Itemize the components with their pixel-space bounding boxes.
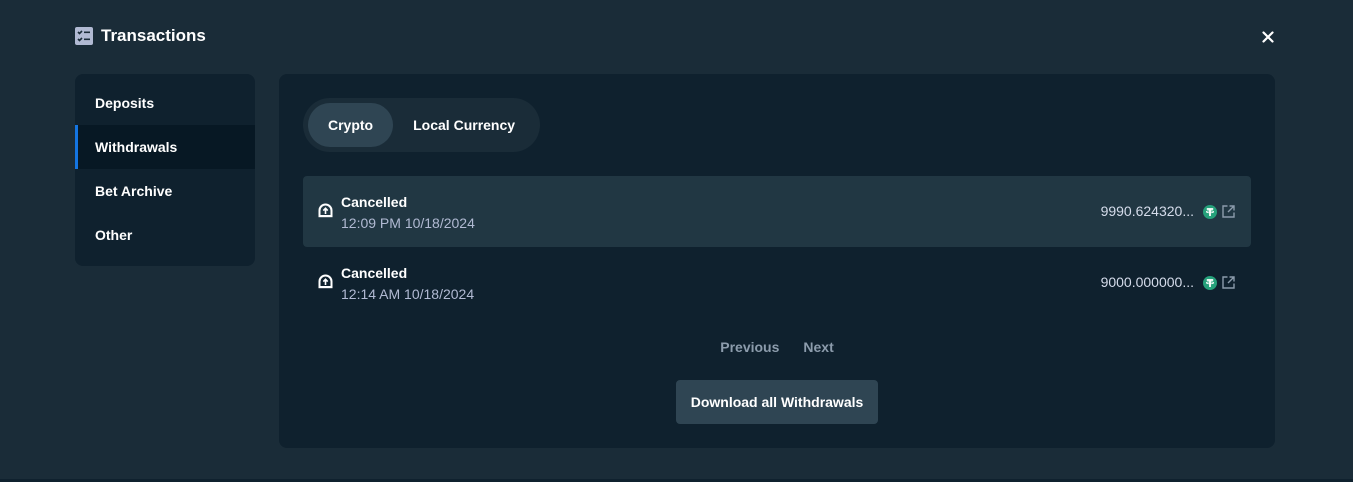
transactions-panel: Crypto Local Currency Cancelled 12:09 PM… (279, 74, 1275, 448)
tab-crypto[interactable]: Crypto (308, 103, 394, 147)
sidebar-item-withdrawals[interactable]: Withdrawals (75, 125, 255, 169)
download-all-withdrawals-button[interactable]: Download all Withdrawals (676, 380, 878, 424)
close-button[interactable] (1259, 28, 1277, 46)
amount: 9990.624320... (1100, 203, 1194, 219)
external-link-icon[interactable] (1222, 205, 1235, 218)
amount: 9000.000000... (1100, 274, 1194, 290)
timestamp: 12:14 AM 10/18/2024 (341, 286, 475, 302)
timestamp: 12:09 PM 10/18/2024 (341, 215, 475, 231)
sidebar-item-deposits[interactable]: Deposits (75, 81, 255, 125)
transactions-modal: Transactions Deposits Withdrawals Bet Ar… (0, 0, 1353, 482)
withdrawal-icon (318, 203, 333, 218)
sidebar-item-label: Deposits (95, 95, 155, 111)
sidebar-item-bet-archive[interactable]: Bet Archive (75, 169, 255, 213)
external-link-icon[interactable] (1222, 276, 1235, 289)
withdrawal-icon (318, 274, 333, 289)
next-button[interactable]: Next (803, 339, 833, 355)
status-label: Cancelled (341, 265, 408, 281)
row-texts: Cancelled 12:09 PM 10/18/2024 (341, 194, 475, 232)
tether-icon (1203, 276, 1217, 290)
table-row[interactable]: Cancelled 12:09 PM 10/18/2024 9990.62432… (303, 176, 1251, 247)
row-texts: Cancelled 12:14 AM 10/18/2024 (341, 265, 474, 303)
previous-button[interactable]: Previous (720, 339, 779, 355)
page-title: Transactions (101, 26, 206, 45)
tether-icon (1203, 205, 1217, 219)
sidebar-item-label: Other (95, 227, 133, 243)
sidebar-item-label: Bet Archive (95, 183, 173, 199)
pagination: Previous Next (279, 339, 1275, 355)
sidebar: Deposits Withdrawals Bet Archive Other (75, 74, 255, 266)
sidebar-item-label: Withdrawals (95, 139, 178, 155)
currency-tabs: Crypto Local Currency (303, 98, 541, 152)
tab-local-currency[interactable]: Local Currency (393, 103, 535, 147)
status-label: Cancelled (341, 194, 408, 210)
modal-header: Transactions (75, 25, 206, 47)
table-row[interactable]: Cancelled 12:14 AM 10/18/2024 9000.00000… (303, 247, 1251, 318)
checklist-icon (75, 27, 93, 45)
transactions-list: Cancelled 12:09 PM 10/18/2024 9990.62432… (303, 176, 1251, 318)
sidebar-item-other[interactable]: Other (75, 213, 255, 257)
close-icon (1262, 31, 1274, 43)
